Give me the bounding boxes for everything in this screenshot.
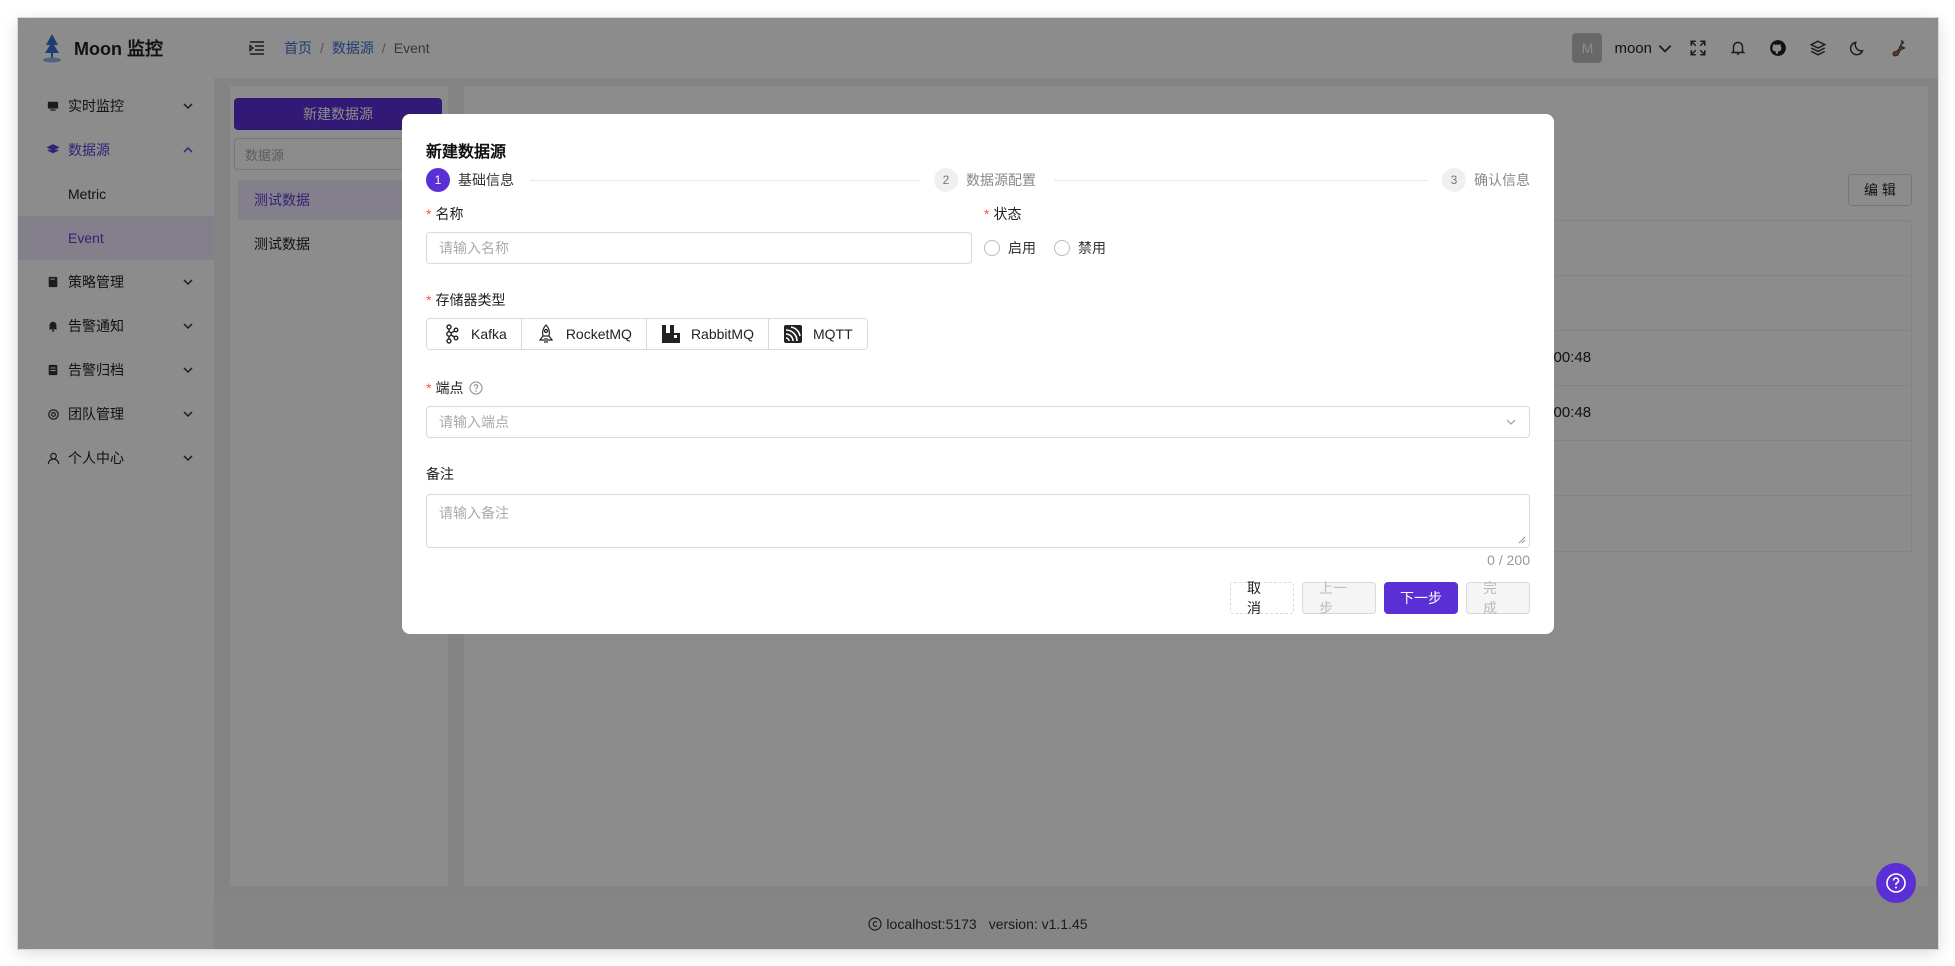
storage-option-mqtt[interactable]: MQTT	[768, 319, 867, 349]
storage-option-rocketmq[interactable]: RocketMQ	[521, 319, 647, 349]
help-button[interactable]	[1876, 863, 1916, 903]
required-mark: *	[984, 206, 990, 222]
remark-field-group: 备注 请输入备注 0 / 200	[426, 464, 1530, 568]
storage-option-kafka[interactable]: Kafka	[427, 319, 522, 349]
remark-placeholder: 请输入备注	[439, 505, 509, 521]
name-input[interactable]: 请输入名称	[426, 232, 972, 264]
question-icon	[1886, 873, 1906, 893]
endpoint-label: * 端点	[426, 378, 1530, 398]
finish-button[interactable]: 完 成	[1466, 580, 1530, 616]
endpoint-label-text: 端点	[435, 380, 464, 396]
step-label: 基础信息	[458, 172, 514, 188]
required-mark: *	[426, 292, 432, 308]
remark-textarea[interactable]: 请输入备注	[426, 494, 1530, 548]
status-field-group: * 状态 启用 禁用	[984, 204, 1284, 258]
step-connector	[1054, 180, 1428, 181]
status-label: * 状态	[984, 204, 1284, 224]
radio-circle	[984, 240, 1000, 256]
radio-label: 启用	[1008, 240, 1036, 256]
step-2: 2 数据源配置	[934, 168, 1036, 192]
storage-type-label: * 存储器类型	[426, 290, 868, 310]
status-enable-radio[interactable]: 启用	[984, 238, 1036, 258]
step-1: 1 基础信息	[426, 168, 514, 192]
name-field-group: * 名称 请输入名称	[426, 204, 972, 264]
name-label-text: 名称	[435, 206, 464, 222]
new-datasource-modal: 新建数据源 1 基础信息 2 数据源配置 3 确认信息 * 名称 请输入名称 * 状…	[402, 114, 1554, 634]
required-mark: *	[426, 206, 432, 222]
cancel-button[interactable]: 取 消	[1230, 580, 1294, 616]
modal-footer: 取 消 上一步 下一步 完 成	[1230, 580, 1530, 616]
storage-label-text: 存储器类型	[435, 292, 506, 308]
status-disable-radio[interactable]: 禁用	[1054, 238, 1106, 258]
name-label: * 名称	[426, 204, 972, 224]
step-number: 3	[1442, 168, 1466, 192]
chevron-down-icon	[1506, 419, 1516, 425]
status-label-text: 状态	[993, 206, 1022, 222]
rabbitmq-icon	[661, 325, 680, 343]
storage-type-segmented: Kafka RocketMQ RabbitMQ MQTT	[426, 318, 868, 350]
kafka-icon	[446, 324, 459, 344]
storage-option-rabbitmq[interactable]: RabbitMQ	[646, 319, 769, 349]
rocket-icon	[538, 324, 554, 343]
app-window: Moon 监控 首页 / 数据源 / Event M moon 实时监控 数据源…	[18, 18, 1938, 949]
radio-label: 禁用	[1078, 240, 1106, 256]
step-label: 确认信息	[1474, 172, 1530, 188]
storage-option-label: RabbitMQ	[690, 326, 754, 342]
prev-step-button[interactable]: 上一步	[1302, 580, 1376, 616]
storage-option-label: Kafka	[471, 326, 507, 342]
step-progress: 1 基础信息 2 数据源配置 3 确认信息	[426, 168, 1530, 192]
endpoint-placeholder: 请输入端点	[439, 414, 509, 430]
modal-title: 新建数据源	[426, 144, 507, 161]
step-connector	[530, 180, 920, 181]
remark-label: 备注	[426, 466, 454, 482]
status-radio-group: 启用 禁用	[984, 238, 1284, 258]
next-step-button[interactable]: 下一步	[1384, 582, 1458, 614]
remark-counter: 0 / 200	[1487, 552, 1530, 568]
mqtt-icon	[783, 325, 802, 343]
storage-option-label: RocketMQ	[565, 326, 632, 342]
storage-type-field-group: * 存储器类型 Kafka RocketMQ RabbitMQ MQTT	[426, 290, 868, 350]
endpoint-field-group: * 端点 请输入端点	[426, 378, 1530, 438]
endpoint-select[interactable]: 请输入端点	[426, 406, 1530, 438]
storage-option-label: MQTT	[812, 326, 853, 342]
step-3: 3 确认信息	[1442, 168, 1530, 192]
question-circle-icon[interactable]	[469, 381, 483, 395]
radio-circle	[1054, 240, 1070, 256]
required-mark: *	[426, 380, 432, 396]
step-number: 2	[934, 168, 958, 192]
resize-handle-icon[interactable]	[1518, 536, 1526, 544]
step-label: 数据源配置	[966, 172, 1036, 188]
step-number: 1	[426, 168, 450, 192]
